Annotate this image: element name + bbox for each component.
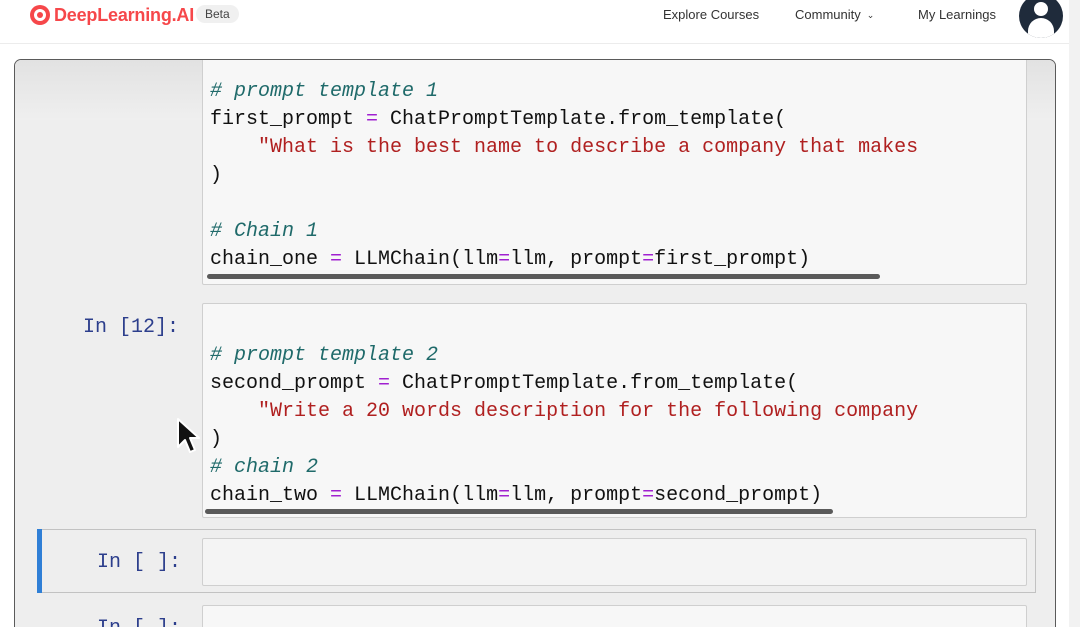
active-cell-indicator: [37, 529, 42, 593]
cell1-comment-1: # prompt template 1: [210, 80, 439, 103]
beta-badge: Beta: [196, 5, 239, 23]
deeplearning-logo[interactable]: DeepLearning.AI: [30, 4, 194, 26]
code-cell-3[interactable]: [202, 538, 1027, 586]
explore-courses-link[interactable]: Explore Courses: [663, 7, 759, 22]
cell2-comment-2: # chain 2: [210, 456, 319, 479]
avatar-body-shape: [1028, 18, 1054, 38]
cell2-chain-line: chain_two = LLMChain(llm=llm, prompt=sec…: [210, 484, 823, 507]
code-cell-4[interactable]: [202, 605, 1027, 627]
cell2-string-line: "Write a 20 words description for the fo…: [258, 400, 919, 423]
cell1-comment-2: # Chain 1: [210, 220, 319, 243]
jupyter-notebook-frame: # prompt template 1 first_prompt = ChatP…: [14, 59, 1056, 627]
my-learnings-link[interactable]: My Learnings: [918, 7, 996, 22]
community-label: Community: [795, 7, 861, 22]
cell1-highlight-underline: [207, 274, 880, 279]
community-dropdown[interactable]: Community ⌄: [795, 7, 874, 22]
cell2-assign-line: second_prompt = ChatPromptTemplate.from_…: [210, 372, 799, 395]
chevron-down-icon: ⌄: [866, 10, 875, 20]
user-avatar-icon[interactable]: [1019, 0, 1063, 38]
cell2-comment-1: # prompt template 2: [210, 344, 439, 367]
deeplearning-logo-icon: [30, 5, 50, 25]
cell2-execution-prompt: In [12]:: [83, 316, 180, 339]
page-scrollbar[interactable]: [1069, 0, 1080, 627]
cell1-string-line: "What is the best name to describe a com…: [258, 136, 919, 159]
avatar-head-shape: [1034, 2, 1048, 16]
cell2-highlight-underline: [205, 509, 833, 514]
top-navigation-bar: DeepLearning.AI Beta Explore Courses Com…: [0, 0, 1080, 44]
cell1-close-paren: ): [210, 164, 223, 187]
cell2-close-paren: ): [210, 428, 223, 451]
mouse-pointer-icon: [177, 418, 200, 453]
logo-text: DeepLearning.AI: [54, 4, 195, 25]
cell1-assign-line: first_prompt = ChatPromptTemplate.from_t…: [210, 108, 787, 131]
cell4-execution-prompt: In [ ]:: [97, 617, 181, 627]
cell1-chain-line: chain_one = LLMChain(llm=llm, prompt=fir…: [210, 248, 811, 271]
cell3-execution-prompt: In [ ]:: [97, 551, 182, 574]
